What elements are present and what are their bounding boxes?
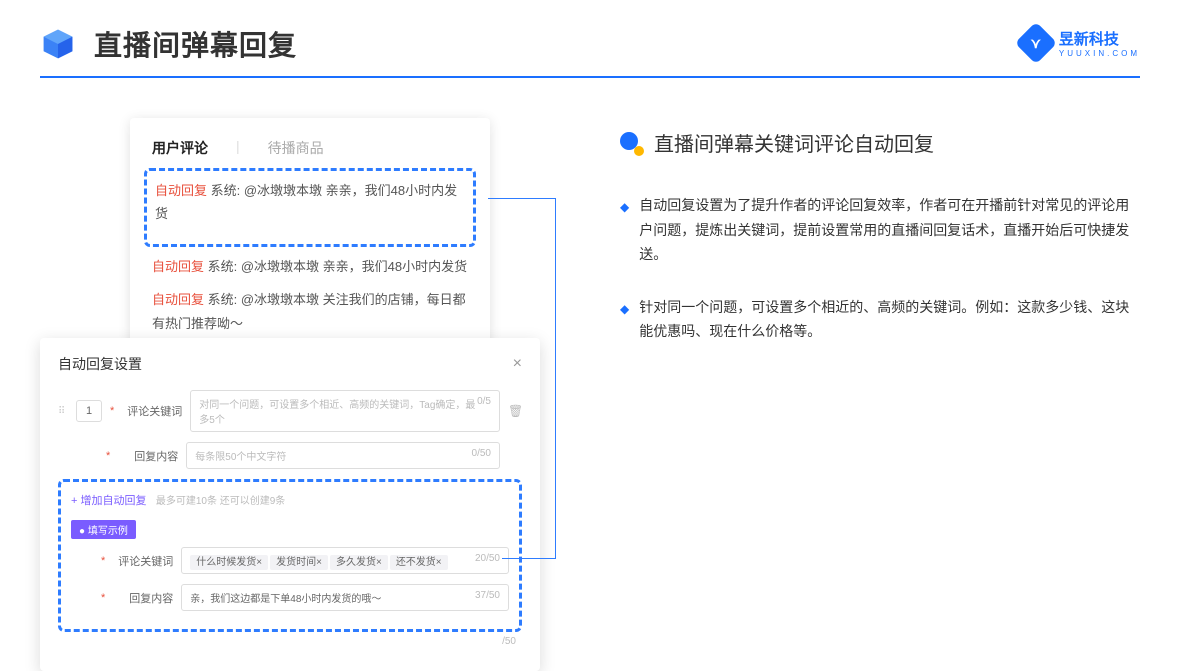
drag-icon[interactable]: ⠿ [58, 406, 68, 417]
brand-logo: ⋎ 昱新科技 YUUXIN.COM [1021, 28, 1140, 58]
highlighted-comment: 自动回复 系统: @冰墩墩本墩 亲亲，我们48小时内发货 [144, 168, 476, 247]
diamond-icon: ◆ [620, 299, 629, 344]
brand-icon: ⋎ [1015, 22, 1057, 64]
page-title: 直播间弹幕回复 [94, 24, 297, 64]
bullet-item: ◆ 自动回复设置为了提升作者的评论回复效率，作者可在开播前针对常见的评论用户问题… [620, 193, 1140, 267]
example-badge: ● 填写示例 [71, 520, 136, 539]
connector-line [502, 558, 556, 559]
bullet-item: ◆ 针对同一个问题，可设置多个相近的、高频的关键词。例如：这款多少钱、这块能优惠… [620, 295, 1140, 344]
example-content-input[interactable]: 亲，我们这边都是下单48小时内发货的哦～ 37/50 [181, 584, 509, 611]
tag-chip[interactable]: 多久发货× [330, 555, 388, 570]
connector-line [488, 198, 556, 199]
keyword-label: 评论关键词 [122, 403, 182, 419]
brand-name: 昱新科技 [1059, 28, 1140, 49]
content-label: 回复内容 [118, 448, 178, 464]
add-reply-link[interactable]: + 增加自动回复 [71, 492, 146, 508]
settings-title: 自动回复设置 [58, 354, 142, 374]
header: 直播间弹幕回复 [0, 0, 1180, 76]
keyword-input[interactable]: 对同一个问题，可设置多个相近、高频的关键词，Tag确定，最多5个0/5 [190, 390, 500, 432]
tab-user-comments[interactable]: 用户评论 [152, 138, 208, 158]
comment-item: 自动回复 系统: @冰墩墩本墩 亲亲，我们48小时内发货 [152, 255, 468, 278]
comment-item: 自动回复 系统: @冰墩墩本墩 关注我们的店铺，每日都有热门推荐呦～ [152, 288, 468, 335]
diamond-icon: ◆ [620, 197, 629, 267]
example-keyword-input[interactable]: 什么时候发货×发货时间×多久发货×还不发货× 20/50 [181, 547, 509, 574]
tag-chip[interactable]: 还不发货× [390, 555, 448, 570]
settings-card: 自动回复设置 × ⠿ 1 * 评论关键词 对同一个问题，可设置多个相近、高频的关… [40, 338, 540, 671]
tail-count: /50 [58, 632, 522, 647]
brand-sub: YUUXIN.COM [1059, 49, 1140, 58]
sub-title: 直播间弹幕关键词评论自动回复 [654, 128, 934, 157]
tag-chip[interactable]: 什么时候发货× [190, 555, 268, 570]
screenshot-panel: 用户评论 | 待播商品 自动回复 系统: @冰墩墩本墩 亲亲，我们48小时内发货… [40, 118, 560, 372]
cube-icon [40, 26, 76, 62]
bullet-dot-icon [620, 132, 642, 154]
example-box: + 增加自动回复 最多可建10条 还可以创建9条 ● 填写示例 * 评论关键词 … [58, 479, 522, 632]
description-panel: 直播间弹幕关键词评论自动回复 ◆ 自动回复设置为了提升作者的评论回复效率，作者可… [560, 118, 1140, 372]
content-input[interactable]: 每条限50个中文字符0/50 [186, 442, 500, 469]
tab-products[interactable]: 待播商品 [268, 138, 324, 158]
add-hint: 最多可建10条 还可以创建9条 [156, 496, 285, 507]
index-box: 1 [76, 400, 102, 422]
tag-chip[interactable]: 发货时间× [270, 555, 328, 570]
connector-line [496, 198, 556, 558]
